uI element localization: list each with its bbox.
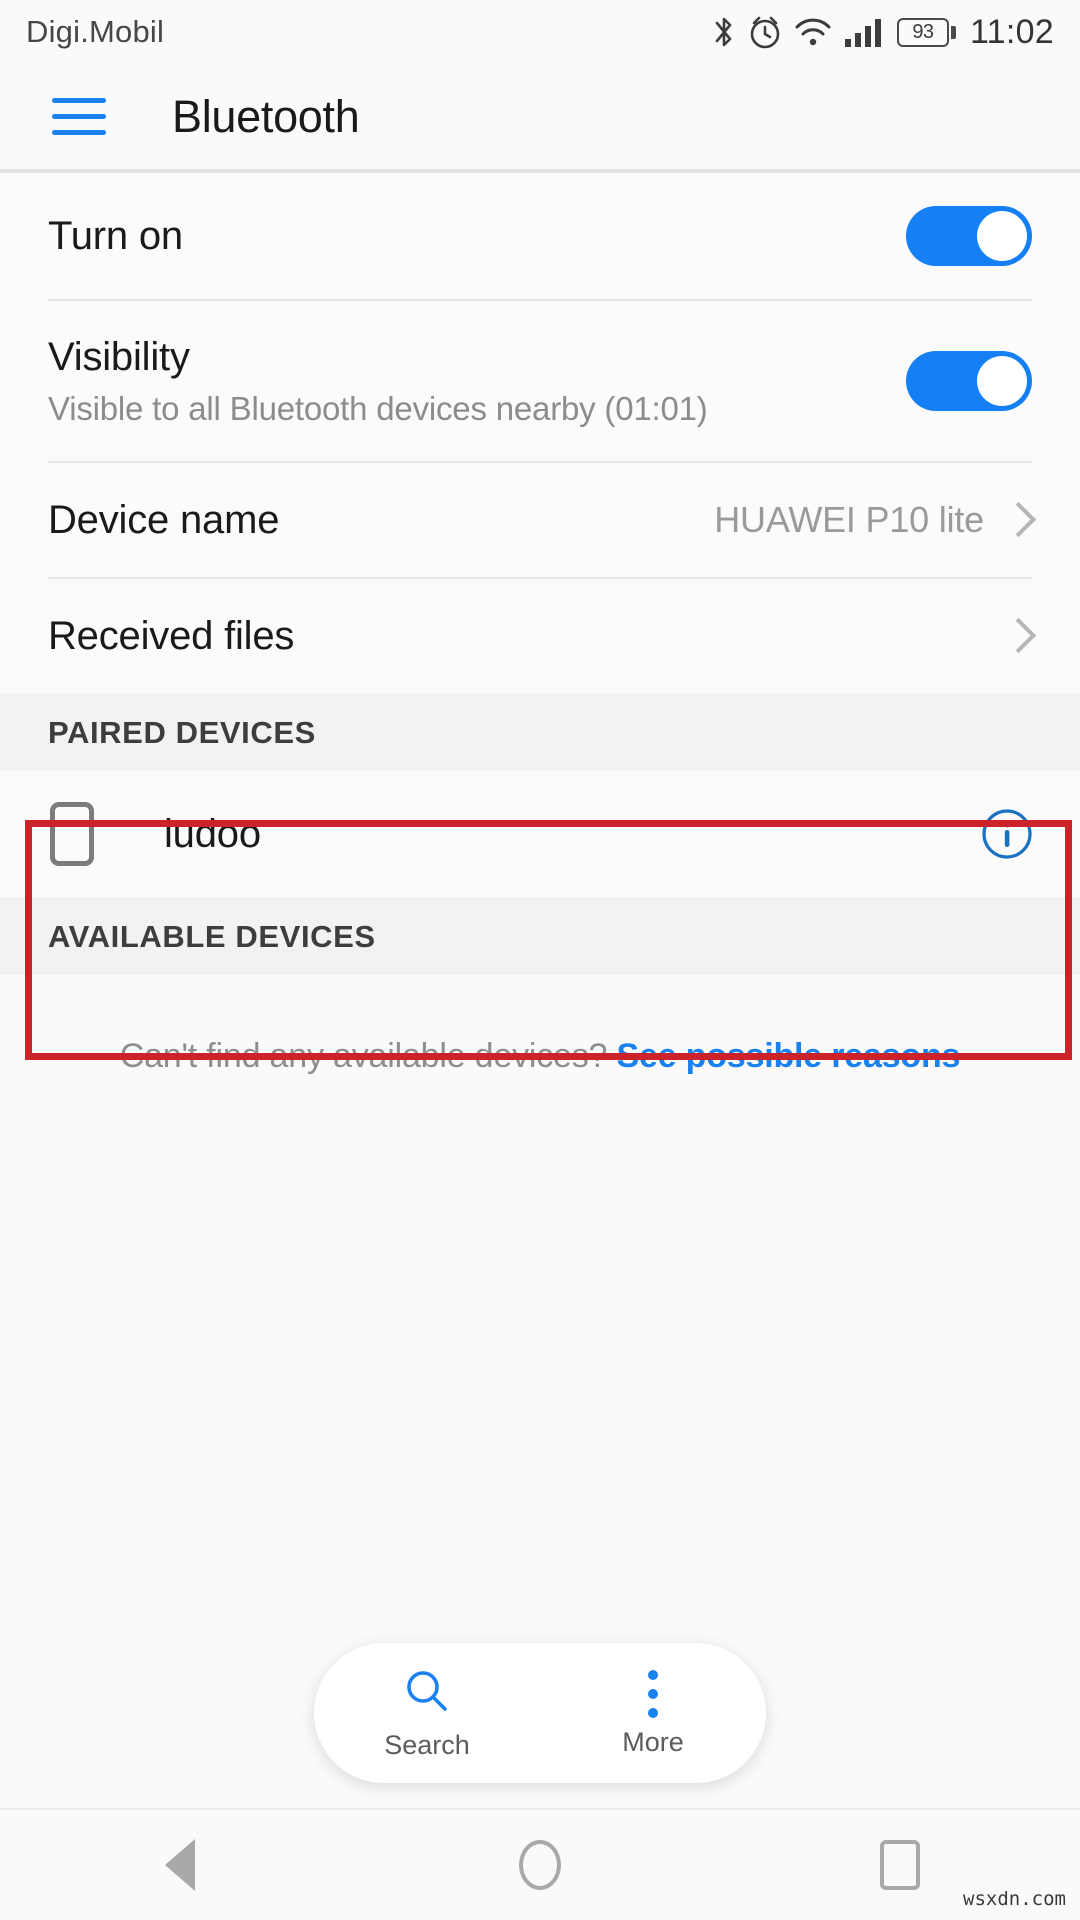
toggle-knob: [977, 356, 1027, 406]
more-button[interactable]: More: [540, 1668, 766, 1758]
search-button[interactable]: Search: [314, 1666, 540, 1761]
hamburger-menu-icon[interactable]: [52, 98, 106, 135]
settings-list: Turn on Visibility Visible to all Blueto…: [0, 173, 1080, 1076]
see-possible-reasons-link[interactable]: See possible reasons: [617, 1037, 961, 1075]
search-button-label: Search: [384, 1729, 470, 1760]
row-device-name-label: Device name: [48, 497, 280, 542]
clock-label: 11:02: [969, 12, 1054, 51]
floating-action-bar: Search More: [314, 1643, 766, 1783]
row-visibility[interactable]: Visibility Visible to all Bluetooth devi…: [0, 301, 1080, 461]
battery-level: 93: [896, 17, 949, 47]
status-icons: 93 11:02: [711, 13, 1054, 52]
empty-state-text: Can't find any available devices?: [119, 1037, 608, 1075]
recents-icon: [880, 1840, 920, 1890]
info-circle-icon[interactable]: [980, 807, 1034, 861]
row-visibility-label: Visibility: [48, 334, 190, 379]
search-icon: [401, 1666, 453, 1723]
paired-device-name: ludoo: [164, 811, 261, 856]
android-nav-bar: wsxdn.com: [0, 1808, 1080, 1920]
chevron-right-icon: [1006, 501, 1028, 539]
more-vertical-icon: [648, 1668, 658, 1720]
more-button-label: More: [622, 1727, 684, 1757]
nav-home-button[interactable]: [360, 1840, 720, 1890]
paired-devices-header: PAIRED DEVICES: [0, 693, 1080, 771]
device-name-value: HUAWEI P10 lite: [714, 499, 984, 540]
nav-back-button[interactable]: [0, 1839, 360, 1891]
turn-on-toggle[interactable]: [906, 206, 1032, 266]
visibility-toggle[interactable]: [906, 351, 1032, 411]
phone-screen: Digi.Mobil 93 11:02 Bluetooth Turn on Vi…: [0, 0, 1080, 1920]
battery-icon: 93: [896, 17, 956, 47]
signal-icon: [843, 13, 887, 51]
hamburger-line: [52, 114, 106, 119]
available-devices-empty-state: Can't find any available devices? See po…: [0, 975, 1080, 1076]
dot: [648, 1689, 658, 1699]
alarm-icon: [747, 13, 783, 51]
available-devices-header: AVAILABLE DEVICES: [0, 897, 1080, 975]
bluetooth-icon: [711, 13, 737, 51]
hamburger-line: [52, 130, 106, 135]
row-visibility-text: Visibility Visible to all Bluetooth devi…: [48, 335, 906, 428]
back-icon: [165, 1839, 195, 1891]
row-device-name[interactable]: Device name HUAWEI P10 lite: [0, 463, 1080, 577]
watermark: wsxdn.com: [963, 1888, 1066, 1910]
row-turn-on-label: Turn on: [48, 213, 183, 258]
carrier-label: Digi.Mobil: [26, 14, 165, 49]
phone-icon: [50, 802, 94, 866]
home-icon: [519, 1840, 561, 1890]
page-title: Bluetooth: [172, 90, 360, 142]
row-received-files[interactable]: Received files: [0, 579, 1080, 693]
status-bar: Digi.Mobil 93 11:02: [0, 0, 1080, 64]
hamburger-line: [52, 98, 106, 103]
chevron-right-icon: [1006, 617, 1028, 655]
dot: [648, 1670, 658, 1680]
battery-tip: [950, 25, 956, 39]
row-visibility-subtitle: Visible to all Bluetooth devices nearby …: [48, 389, 708, 427]
app-bar: Bluetooth: [0, 64, 1080, 169]
list-item-paired-device[interactable]: ludoo: [0, 771, 1080, 897]
row-received-files-label: Received files: [48, 613, 295, 658]
row-device-name-text: Device name: [48, 498, 714, 543]
toggle-knob: [977, 211, 1027, 261]
wifi-icon: [793, 13, 833, 51]
dot: [648, 1708, 658, 1718]
nav-recents-button[interactable]: [720, 1840, 1080, 1890]
row-turn-on-text: Turn on: [48, 214, 906, 259]
row-received-files-text: Received files: [48, 614, 1006, 659]
row-turn-on[interactable]: Turn on: [0, 173, 1080, 299]
